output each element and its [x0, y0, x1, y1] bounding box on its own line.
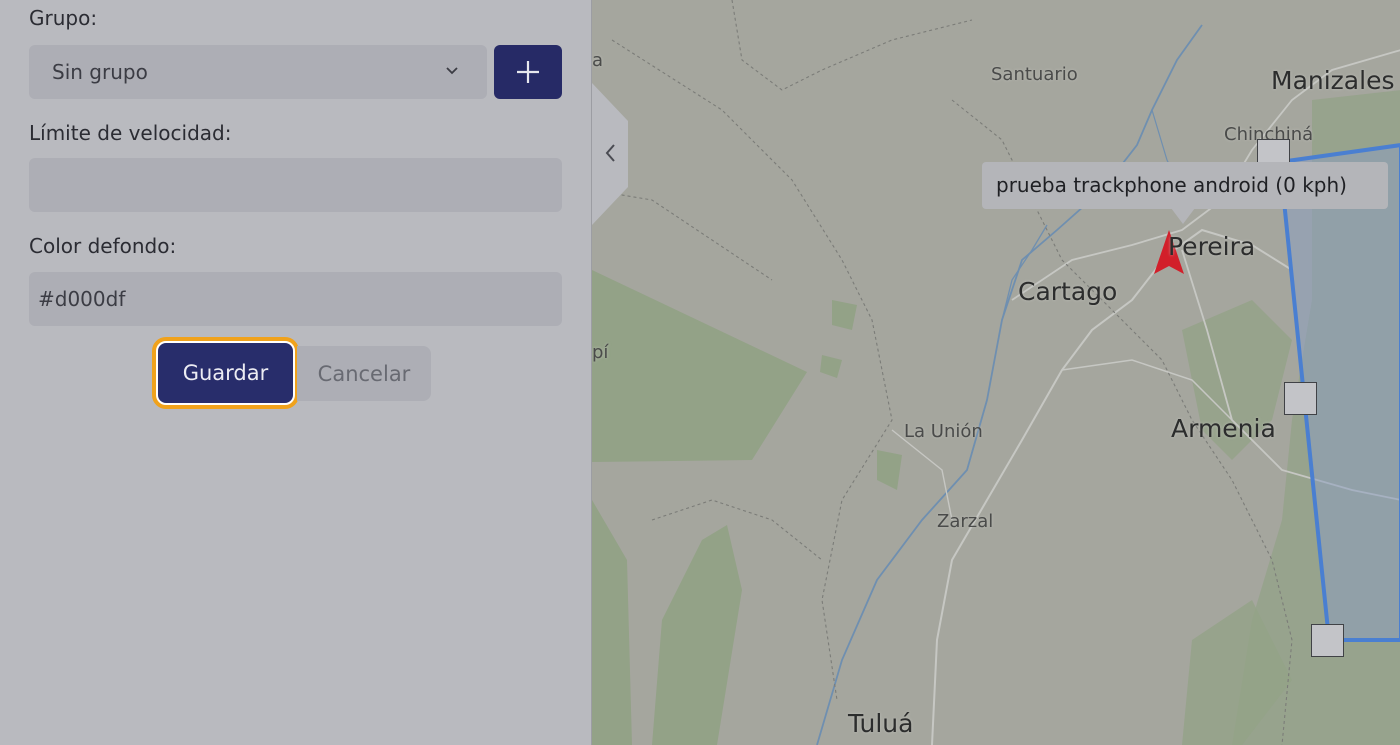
- green-area: [820, 355, 842, 378]
- collapse-panel-button[interactable]: [592, 83, 628, 225]
- group-label: Grupo:: [29, 6, 98, 30]
- plus-icon: [517, 61, 539, 83]
- boundary: [651, 499, 823, 561]
- river: [816, 24, 1203, 745]
- add-group-button[interactable]: [494, 45, 562, 99]
- background-color-label: Color defondo:: [29, 234, 177, 258]
- city-label-edge-mid: pí: [592, 342, 609, 363]
- speed-limit-label: Límite de velocidad:: [29, 121, 232, 145]
- green-area: [592, 500, 632, 745]
- map-view[interactable]: [591, 0, 1400, 745]
- boundary: [731, 0, 973, 91]
- speed-limit-input[interactable]: [29, 158, 562, 212]
- map-base-layer: [592, 0, 1400, 745]
- tooltip-pointer: [1171, 208, 1195, 224]
- city-label-cartago: Cartago: [1018, 277, 1118, 306]
- city-label-tulua: Tuluá: [848, 709, 914, 738]
- chevron-down-icon: [446, 67, 458, 75]
- city-label-la-union: La Unión: [904, 421, 983, 442]
- device-tooltip: prueba trackphone android (0 kph): [982, 162, 1388, 209]
- save-button[interactable]: Guardar: [158, 343, 293, 403]
- device-form-panel: Grupo: Sin grupo Límite de velocidad: Co…: [0, 0, 591, 745]
- city-label-manizales: Manizales: [1271, 66, 1395, 95]
- road: [891, 429, 953, 521]
- city-label-edge-top: a: [592, 50, 604, 71]
- city-label-santuario: Santuario: [991, 64, 1078, 85]
- green-area: [832, 300, 857, 330]
- city-label-armenia: Armenia: [1171, 414, 1276, 443]
- city-label-zarzal: Zarzal: [937, 511, 994, 532]
- group-select[interactable]: Sin grupo: [29, 45, 487, 99]
- green-area: [652, 525, 742, 745]
- save-button-focus-ring: Guardar: [152, 337, 299, 409]
- background-color-input[interactable]: #d000df: [29, 272, 562, 326]
- chevron-left-icon: [592, 83, 628, 225]
- city-label-pereira: Pereira: [1168, 232, 1256, 261]
- group-select-value: Sin grupo: [52, 60, 148, 84]
- green-area: [877, 450, 902, 490]
- cancel-button[interactable]: Cancelar: [297, 346, 431, 401]
- geofence-vertex-handle[interactable]: [1284, 382, 1317, 415]
- geofence-vertex-handle[interactable]: [1311, 624, 1344, 657]
- green-area: [592, 270, 807, 462]
